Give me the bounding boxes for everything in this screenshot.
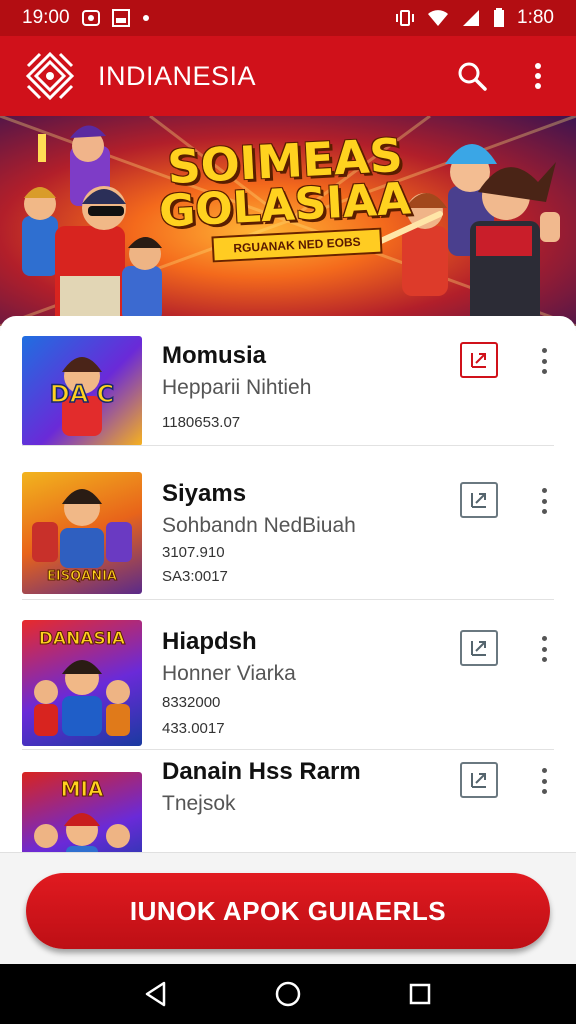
vibrate-icon [396,10,415,26]
list-item[interactable]: EISQANIA Siyams Sohbandn NedBiuah 3107.9… [0,452,576,600]
game-thumbnail[interactable]: DA C [22,336,142,446]
home-circle-icon [275,981,301,1007]
list-item[interactable]: DANASIA Hiapdsh Honner Viarka 8332000 43… [0,600,576,750]
dot-indicator-icon [142,15,149,21]
recents-square-icon [409,983,431,1005]
app-bar: INDIANESIA [0,36,576,116]
thumb-text: EISQANIA [47,569,117,584]
game-thumbnail-art: MIA [34,777,130,856]
game-subtitle: Hepparii Nihtieh [162,376,312,399]
game-meta: SA3:0017 [162,568,228,585]
game-thumbnail[interactable]: DANASIA [22,620,142,746]
back-button[interactable] [136,974,176,1014]
game-meta: 433.0017 [162,720,225,737]
status-bar: 19:00 1:80 [0,0,576,36]
game-thumbnail-art: DANASIA [34,629,130,736]
thumb-text: MIA [61,777,104,801]
back-triangle-icon [145,981,166,1007]
game-meta: 8332000 [162,694,221,711]
list-item[interactable]: DA C Momusia Hepparii Nihtieh 1180653.07 [0,316,576,446]
game-subtitle: Honner Viarka [162,662,296,685]
notification-icon [81,10,100,26]
divider [22,445,554,446]
app-title: INDIANESIA [98,60,257,91]
install-button[interactable] [460,762,498,798]
search-icon [458,62,487,91]
game-title: Momusia [162,342,267,369]
divider [22,749,554,750]
game-title: Siyams [162,480,247,507]
open-external-icon [471,493,486,508]
bottom-action-panel: IUNOK APOK GUIAERLS [0,852,576,964]
game-thumbnail-art: EISQANIA [32,489,132,585]
primary-cta-button[interactable]: IUNOK APOK GUIAERLS [26,873,550,949]
item-more-button[interactable] [532,764,556,798]
game-thumbnail-art: DA C [49,357,115,436]
game-meta: 1180653.07 [162,414,241,431]
list-item[interactable]: MIA Danain Hss Rarm Tnejsok [0,752,576,856]
game-thumbnail[interactable]: EISQANIA [22,472,142,594]
game-subtitle: Sohbandn NedBiuah [162,514,356,537]
promo-banner[interactable]: SOIMEAS GOLASIAA RGUANAK NED EOBS [0,116,576,326]
open-external-icon [471,353,486,368]
status-time: 19:00 [22,7,70,28]
recents-button[interactable] [400,974,440,1014]
item-more-button[interactable] [532,632,556,666]
open-external-icon [471,641,486,656]
game-subtitle: Tnejsok [162,792,236,815]
image-notification-icon [111,9,130,27]
install-button[interactable] [460,482,498,518]
wifi-icon [428,10,449,26]
home-button[interactable] [268,974,308,1014]
item-more-button[interactable] [532,344,556,378]
search-button[interactable] [454,58,490,94]
signal-icon [463,10,480,26]
game-list: DA C Momusia Hepparii Nihtieh 1180653.07… [0,316,576,856]
install-button[interactable] [460,342,498,378]
thumb-text: DANASIA [39,629,126,649]
overflow-menu-button[interactable] [520,58,556,94]
battery-icon [494,8,505,27]
status-clock-right: 1:80 [517,7,554,28]
install-button[interactable] [460,630,498,666]
game-title: Danain Hss Rarm [162,758,361,785]
more-vert-icon [535,63,541,89]
thumb-text: DA C [50,380,114,408]
open-external-icon [471,773,486,788]
game-title: Hiapdsh [162,628,257,655]
app-logo-icon [25,51,75,101]
game-meta: 3107.910 [162,544,225,561]
system-nav-bar [0,964,576,1024]
game-thumbnail[interactable]: MIA [22,772,142,856]
item-more-button[interactable] [532,484,556,518]
